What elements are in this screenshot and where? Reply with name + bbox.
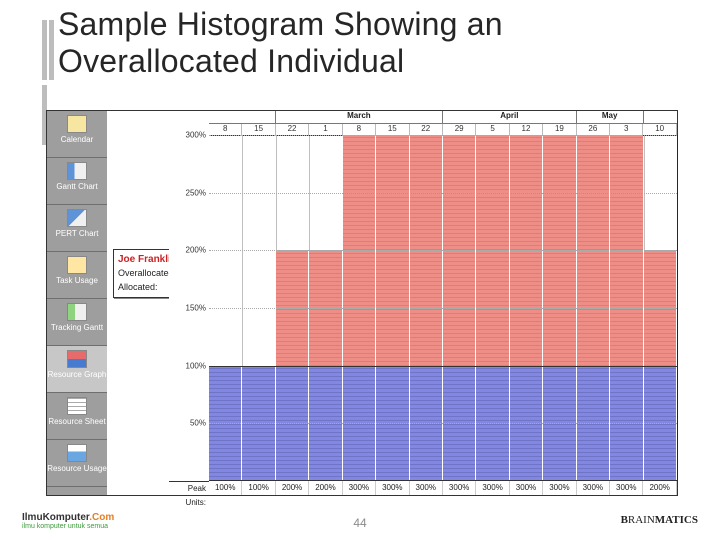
logo-ilmukomputer: IlmuKomputer.Com ilmu komputer untuk sem… (22, 512, 114, 530)
peak-cell: 200% (309, 481, 342, 495)
peak-cell: 300% (510, 481, 543, 495)
title-decoration (42, 20, 62, 80)
g-cal-icon (67, 115, 87, 133)
sidebar-item-resource-sheet[interactable]: Resource Sheet (47, 393, 107, 440)
resource-name-column: Joe Franklin Overallocated:Allocated: (107, 111, 171, 495)
peak-cell: 300% (543, 481, 576, 495)
sidebar-item-label: Tracking Gantt (51, 323, 103, 332)
month-header: March (276, 111, 443, 123)
y-tick: 100% (186, 361, 206, 370)
sidebar-item-tracking-gantt[interactable]: Tracking Gantt (47, 299, 107, 346)
month-header: April (443, 111, 577, 123)
g-task-icon (67, 256, 87, 274)
peak-units-label: Peak Units: (169, 481, 209, 495)
screenshot-frame: Calendar Gantt Chart PERT Chart Task Usage T… (46, 110, 678, 496)
y-tick: 300% (186, 131, 206, 140)
slide-title: Sample Histogram Showing an Overallocate… (58, 6, 702, 80)
peak-cell: 300% (476, 481, 509, 495)
g-trk-icon (67, 303, 87, 321)
peak-cell: 300% (577, 481, 610, 495)
sidebar-item-resource-usage[interactable]: Resource Usage (47, 440, 107, 487)
g-rgraph-icon (67, 350, 87, 368)
peak-cell: 300% (610, 481, 643, 495)
peak-cell: 100% (209, 481, 242, 495)
month-header (209, 111, 276, 123)
sidebar-item-label: Resource Usage (47, 464, 107, 473)
logo-brainmatics: BRAINMATICS (621, 514, 698, 526)
peak-cell: 100% (242, 481, 275, 495)
sidebar-item-calendar[interactable]: Calendar (47, 111, 107, 158)
timeline-header: MarchAprilMay 81522181522295121926310 (209, 111, 677, 136)
peak-cell: 300% (443, 481, 476, 495)
peak-units-row: 100%100%200%200%300%300%300%300%300%300%… (209, 480, 677, 495)
sidebar-item-label: Calendar (61, 135, 93, 144)
g-ruse-icon (67, 444, 87, 462)
g-rsheet-icon (67, 397, 87, 415)
histogram-chart: MarchAprilMay 81522181522295121926310 50… (169, 111, 677, 495)
sidebar-item-label: PERT Chart (56, 229, 99, 238)
peak-cell: 300% (343, 481, 376, 495)
sidebar-item-pert-chart[interactable]: PERT Chart (47, 205, 107, 252)
y-tick: 200% (186, 246, 206, 255)
peak-cell: 200% (276, 481, 309, 495)
peak-cell: 300% (410, 481, 443, 495)
sidebar-item-gantt-chart[interactable]: Gantt Chart (47, 158, 107, 205)
sidebar-item-resource-graph[interactable]: Resource Graph (47, 346, 107, 393)
g-pert-icon (67, 209, 87, 227)
month-header: May (577, 111, 644, 123)
sidebar-item-label: Gantt Chart (56, 182, 97, 191)
g-gantt-icon (67, 162, 87, 180)
y-tick: 150% (186, 304, 206, 313)
sidebar-item-label: Resource Graph (48, 370, 107, 379)
peak-cell: 200% (643, 481, 676, 495)
plot-area: 50%100%150%200%250%300% (209, 135, 677, 481)
y-axis: 50%100%150%200%250%300% (169, 135, 209, 481)
y-tick: 250% (186, 188, 206, 197)
sidebar-item-label: Resource Sheet (48, 417, 105, 426)
peak-cell: 300% (376, 481, 409, 495)
sidebar-item-task-usage[interactable]: Task Usage (47, 252, 107, 299)
y-tick: 50% (190, 419, 206, 428)
view-sidebar: Calendar Gantt Chart PERT Chart Task Usage T… (47, 111, 108, 495)
sidebar-item-label: Task Usage (56, 276, 98, 285)
